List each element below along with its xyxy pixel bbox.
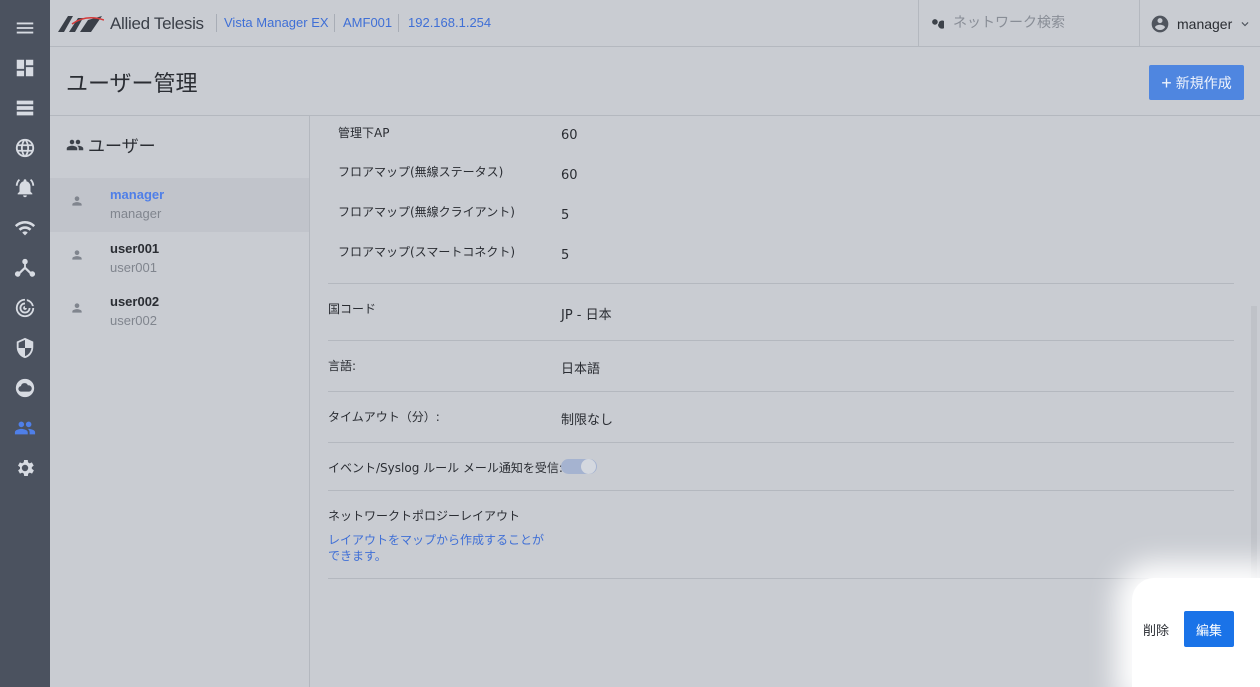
plus-icon: +: [1161, 72, 1172, 93]
topology-layout-label: ネットワークトポロジーレイアウト: [328, 509, 521, 523]
crumb-divider: [398, 14, 399, 32]
notify-toggle[interactable]: [561, 459, 597, 474]
user-list-item[interactable]: manager manager: [50, 178, 309, 232]
topology-icon[interactable]: [0, 248, 50, 288]
crumb-product[interactable]: Vista Manager EX: [224, 15, 329, 30]
user-menu[interactable]: manager: [1150, 0, 1260, 47]
row-divider: [328, 578, 1234, 579]
dashboard-icon[interactable]: [0, 48, 50, 88]
timeout-label: タイムアウト（分）:: [328, 410, 440, 424]
ap-count-value: 60: [561, 128, 578, 143]
crumb-address[interactable]: 192.168.1.254: [408, 15, 491, 30]
user-list-panel: ユーザー manager manager user001 user001 use…: [50, 116, 310, 687]
menu-icon[interactable]: [0, 8, 50, 48]
brand-logo[interactable]: Allied Telesis: [58, 12, 204, 36]
globe-icon[interactable]: [0, 128, 50, 168]
user-name: manager: [110, 187, 165, 202]
users-icon: [66, 139, 84, 150]
delete-button[interactable]: 削除: [1143, 620, 1169, 639]
current-user-name: manager: [1177, 15, 1233, 32]
crumb-divider: [216, 14, 217, 32]
row-divider: [328, 442, 1234, 443]
chevron-down-icon: [1241, 21, 1249, 26]
user-list-item[interactable]: user001 user001: [50, 232, 309, 286]
row-divider: [328, 340, 1234, 341]
topology-layout-link[interactable]: レイアウトをマップから作成することができます。: [328, 532, 548, 564]
page-title: ユーザー管理: [66, 72, 198, 97]
wifi-icon[interactable]: [0, 208, 50, 248]
floormap-status-value: 60: [561, 168, 578, 183]
user-list-header: ユーザー: [66, 132, 156, 157]
radar-icon[interactable]: [0, 288, 50, 328]
user-list-title: ユーザー: [88, 137, 156, 157]
cloud-icon[interactable]: [0, 368, 50, 408]
gear-icon[interactable]: [0, 448, 50, 488]
crumb-area[interactable]: AMF001: [343, 15, 392, 30]
new-button-label: 新規作成: [1175, 74, 1232, 91]
search-icon: [932, 19, 944, 29]
user-list-item[interactable]: user002 user002: [50, 285, 309, 339]
ap-count-label: 管理下AP: [338, 126, 390, 140]
user-detail-panel: 管理下AP 60 フロアマップ(無線ステータス) 60 フロアマップ(無線クライ…: [311, 116, 1260, 687]
country-code-label: 国コード: [328, 302, 377, 316]
notify-label: イベント/Syslog ルール メール通知を受信:: [328, 461, 563, 475]
search-input[interactable]: [953, 12, 1133, 34]
person-icon: [72, 303, 82, 313]
floormap-client-value: 5: [561, 208, 570, 223]
user-name: user001: [110, 241, 160, 256]
floormap-client-label: フロアマップ(無線クライアント): [338, 205, 515, 219]
row-divider: [328, 283, 1234, 284]
toggle-knob: [581, 459, 596, 474]
nav-rail: [0, 0, 50, 687]
user-subtitle: user001: [110, 260, 157, 275]
user-subtitle: manager: [110, 206, 162, 221]
crumb-divider: [334, 14, 335, 32]
language-label: 言語:: [328, 359, 357, 373]
brand-mark-icon: [58, 16, 104, 32]
user-name: user002: [110, 294, 160, 309]
users-icon[interactable]: [0, 408, 50, 448]
row-divider: [328, 391, 1234, 392]
shield-icon[interactable]: [0, 328, 50, 368]
network-search: [918, 0, 1140, 47]
person-icon: [72, 250, 82, 260]
brand-name: Allied Telesis: [110, 14, 204, 33]
alarm-icon[interactable]: [0, 168, 50, 208]
language-value: 日本語: [561, 362, 601, 377]
new-user-button[interactable]: + 新規作成: [1149, 65, 1244, 100]
floormap-status-label: フロアマップ(無線ステータス): [338, 165, 504, 179]
user-subtitle: user002: [110, 313, 157, 328]
floormap-smartconnect-value: 5: [561, 248, 570, 263]
edit-button[interactable]: 編集: [1184, 611, 1234, 647]
list-icon[interactable]: [0, 88, 50, 128]
timeout-value: 制限なし: [561, 413, 614, 428]
row-divider: [328, 490, 1234, 491]
top-bar: Allied Telesis Vista Manager EX AMF001 1…: [50, 0, 1260, 47]
person-icon: [72, 196, 82, 206]
floormap-smartconnect-label: フロアマップ(スマートコネクト): [338, 245, 516, 259]
country-code-value: JP - 日本: [561, 308, 612, 323]
account-circle-icon: [1151, 15, 1169, 32]
